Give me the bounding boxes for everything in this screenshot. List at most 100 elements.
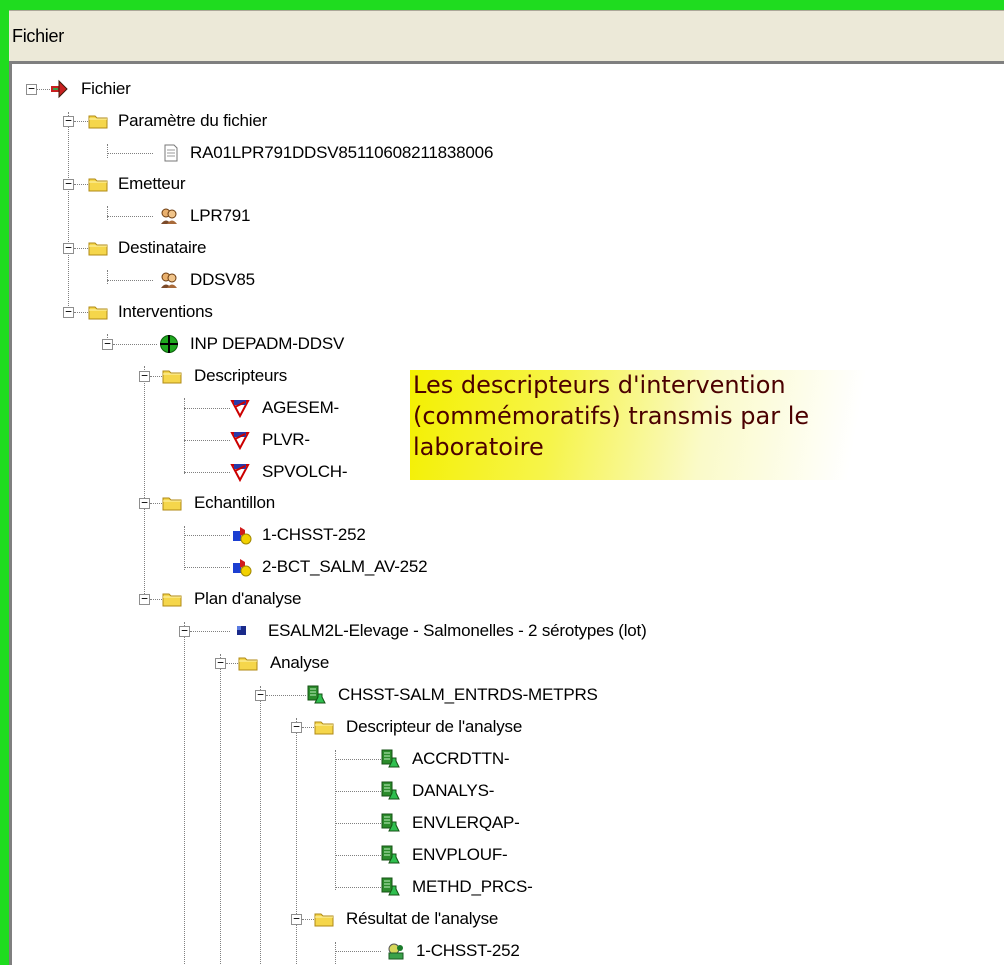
folder-icon [162,493,182,513]
tree-label-descripteurs: Descripteurs [194,366,288,385]
tree-connector [184,408,230,409]
tree-connector [150,503,162,504]
tree-connector [107,216,153,217]
tree-connector [113,344,157,345]
tree-connector [266,695,306,696]
tree-connector [335,887,381,888]
descriptor-badge-icon [230,398,250,418]
tree-label-analyse-item: CHSST-SALM_ENTRDS-METPRS [338,685,598,704]
folder-icon [88,111,108,131]
tree-label-destinataire-value: DDSV85 [190,270,255,289]
collapse-toggle[interactable]: − [291,913,302,925]
tree-connector [184,535,230,536]
tree-label-sample: 1-CHSST-252 [262,525,366,544]
folder-icon [238,653,258,673]
folder-icon [162,366,182,386]
tree-connector [190,631,230,632]
tree-label-interventions: Interventions [118,302,213,321]
tree-connector [107,153,153,154]
tree-label-emetteur-value: LPR791 [190,206,251,225]
collapse-toggle[interactable]: − [139,497,150,509]
collapse-toggle[interactable]: − [139,593,150,605]
folder-icon [88,302,108,322]
tree-connector [220,654,221,965]
tree-label-analyse: Analyse [270,653,330,672]
tree-connector [302,727,314,728]
tree-connector [74,121,88,122]
tree-panel[interactable]: − Fichier − Paramètre du fichier RA01LPR… [9,61,1004,965]
tree-label-intervention: INP DEPADM-DDSV [190,334,345,353]
tree-label-analysis-descriptor: ACCRDTTN- [412,749,510,768]
collapse-toggle[interactable]: − [255,689,266,701]
people-icon [159,270,179,290]
collapse-toggle[interactable]: − [102,338,113,350]
tree-connector [302,919,314,920]
header-title: Fichier [12,26,64,46]
header-bar: Fichier [9,10,1004,61]
folder-icon [162,589,182,609]
window-top-border [0,0,1004,10]
document-icon [161,143,181,163]
descriptor-badge-icon [230,430,250,450]
collapse-toggle[interactable]: − [291,721,302,733]
green-crosshair-icon [159,334,179,354]
tree-connector [335,942,336,965]
tree-connector [335,791,381,792]
tree-connector [107,280,153,281]
tree-connector [184,526,185,570]
flask-icon [380,877,400,897]
tree-label-descripteur: AGESEM- [262,398,340,417]
tree-connector [150,376,162,377]
tree-label-analysis-descriptor: DANALYS- [412,781,495,800]
collapse-toggle[interactable]: − [63,306,74,318]
flask-icon [380,845,400,865]
tree-connector [335,823,381,824]
folder-icon [88,174,108,194]
tree-label-root: Fichier [81,79,131,98]
tree-connector [184,622,185,965]
collapse-toggle[interactable]: − [63,242,74,254]
tree-label-analysis-descriptor: ENVPLOUF- [412,845,508,864]
tree-connector [335,951,381,952]
tree-connector [74,184,88,185]
flask-icon [306,685,326,705]
flask-icon [380,813,400,833]
tree-label-plan: Plan d'analyse [194,589,302,608]
tree-label-parametre: Paramètre du fichier [118,111,268,130]
flask-icon [380,749,400,769]
collapse-toggle[interactable]: − [139,370,150,382]
tree-connector [144,366,145,602]
tree-label-emetteur: Emetteur [118,174,186,193]
red-arrow-icon [51,79,68,99]
tree-label-descripteur: SPVOLCH- [262,462,348,481]
tree-connector [74,312,88,313]
collapse-toggle[interactable]: − [215,657,226,669]
result-icon [386,941,406,961]
tree-connector [184,440,230,441]
annotation-text: Les descripteurs d'intervention (commémo… [413,370,973,463]
tree-label-result-item: 1-CHSST-252 [416,941,520,960]
sample-shapes-icon [232,525,252,545]
tree-label-resultat: Résultat de l'analyse [346,909,499,928]
folder-icon [314,717,334,737]
tree-connector [296,718,297,965]
collapse-toggle[interactable]: − [179,625,190,637]
flask-icon [380,781,400,801]
tree-connector [260,686,261,965]
annotation-line: laboratoire [413,433,544,461]
descriptor-badge-icon [230,462,250,482]
tree-label-descripteur-analyse: Descripteur de l'analyse [346,717,523,736]
tree-label-analysis-descriptor: ENVLERQAP- [412,813,520,832]
tree-connector [184,398,185,474]
tree-connector [107,270,108,284]
collapse-toggle[interactable]: − [26,83,37,95]
collapse-toggle[interactable]: − [63,115,74,127]
folder-icon [314,909,334,929]
file-tree[interactable]: − Fichier − Paramètre du fichier RA01LPR… [12,64,1004,965]
sample-shapes-icon [232,557,252,577]
window-left-border [0,0,9,965]
tree-connector [107,206,108,220]
folder-icon [88,238,108,258]
collapse-toggle[interactable]: − [63,178,74,190]
tree-label-sample: 2-BCT_SALM_AV-252 [262,557,428,576]
